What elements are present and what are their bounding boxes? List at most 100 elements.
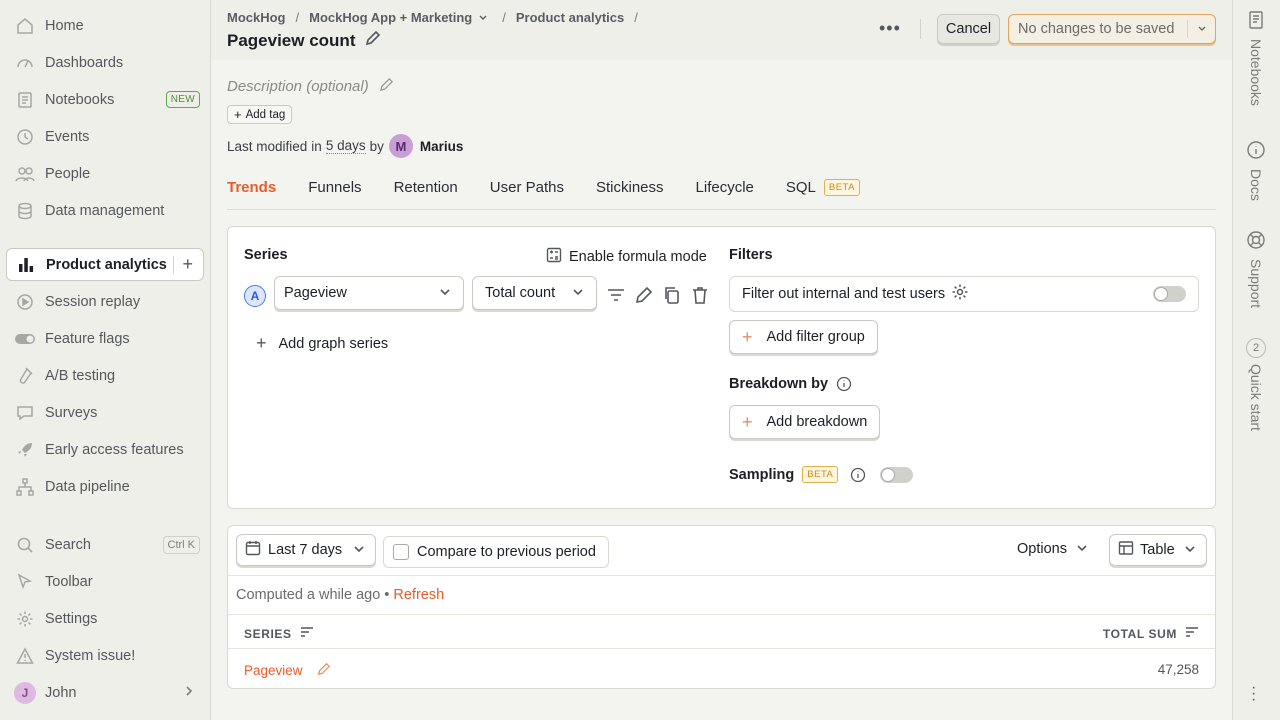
copy-icon[interactable]: [662, 285, 682, 308]
trash-icon[interactable]: [690, 285, 710, 308]
info-icon[interactable]: [850, 467, 866, 483]
series-name-link[interactable]: Pageview: [244, 663, 303, 678]
nav-system-issue[interactable]: System issue!: [6, 639, 204, 672]
nav-early-access[interactable]: Early access features: [6, 433, 204, 466]
sampling-toggle[interactable]: [880, 466, 914, 483]
nav-surveys[interactable]: Surveys: [6, 396, 204, 429]
nav-session-replay[interactable]: Session replay: [6, 285, 204, 318]
nav-people[interactable]: People: [6, 157, 204, 190]
nav-home[interactable]: Home: [6, 9, 204, 42]
tab-stickiness[interactable]: Stickiness: [596, 170, 664, 204]
page-title: Pageview count: [227, 30, 356, 50]
nav-events[interactable]: Events: [6, 120, 204, 153]
rail-label: Notebooks: [1248, 39, 1264, 106]
nav-label: Notebooks: [45, 91, 115, 108]
modified-prefix: Last modified: [227, 138, 308, 154]
plus-icon: +: [742, 411, 753, 432]
chevron-down-icon[interactable]: [1187, 20, 1215, 38]
column-header-series[interactable]: SERIES: [244, 626, 314, 641]
save-button[interactable]: No changes to be saved: [1008, 14, 1216, 44]
compare-checkbox[interactable]: Compare to previous period: [383, 536, 609, 568]
breadcrumb-separator: /: [295, 10, 300, 25]
breadcrumb-item[interactable]: Product analytics: [516, 10, 624, 25]
internal-filter-toggle[interactable]: [1153, 286, 1186, 302]
nav-settings[interactable]: Settings: [6, 602, 204, 635]
plus-icon: +: [234, 107, 242, 122]
aggregation-select[interactable]: Total count: [472, 276, 597, 310]
computed-text: Computed a while ago: [236, 587, 381, 603]
table-icon: [1118, 540, 1134, 560]
divider: [920, 19, 921, 39]
notebook-icon: [14, 89, 36, 111]
nav-product-analytics[interactable]: Product analytics +: [6, 248, 204, 281]
chevron-down-icon[interactable]: [478, 14, 488, 22]
avatar: M: [388, 134, 413, 158]
nav-ab-testing[interactable]: A/B testing: [6, 359, 204, 392]
options-button[interactable]: Options: [1017, 541, 1088, 557]
nav-feature-flags[interactable]: Feature flags: [6, 322, 204, 355]
nav-label: Home: [45, 17, 84, 34]
nav-user-john[interactable]: J John: [6, 676, 204, 709]
edit-icon[interactable]: [634, 285, 654, 308]
new-badge: NEW: [165, 91, 200, 108]
tab-user-paths[interactable]: User Paths: [490, 170, 564, 204]
description-field[interactable]: Description (optional): [227, 77, 394, 96]
breadcrumb-item[interactable]: MockHog: [227, 10, 286, 25]
add-breakdown-button[interactable]: + Add breakdown: [729, 405, 881, 439]
separator-dot: •: [384, 587, 390, 603]
more-vertical-icon[interactable]: · · ·: [1251, 680, 1256, 708]
nav-dashboards[interactable]: Dashboards: [6, 46, 204, 79]
query-editor-card: Series Enable formula mode A Pageview To…: [227, 226, 1216, 509]
lifebuoy-icon: [1246, 230, 1266, 253]
toggle-icon: [14, 328, 36, 350]
event-select[interactable]: Pageview: [274, 276, 464, 310]
cancel-button[interactable]: Cancel: [937, 14, 1000, 44]
display-type-button[interactable]: Table: [1109, 534, 1207, 566]
add-tag-button[interactable]: + Add tag: [227, 105, 293, 124]
toolbar-icon: [14, 571, 36, 593]
nav-data-pipeline[interactable]: Data pipeline: [6, 470, 204, 503]
avatar-wrap: J: [14, 681, 36, 704]
replay-icon: [14, 291, 36, 313]
rail-docs[interactable]: Docs: [1246, 140, 1266, 201]
nav-search[interactable]: Search Ctrl K: [6, 528, 204, 561]
rail-notebooks[interactable]: Notebooks: [1246, 10, 1266, 106]
tab-retention[interactable]: Retention: [394, 170, 458, 204]
chevron-down-icon: [572, 285, 584, 301]
breadcrumb-item[interactable]: MockHog App + Marketing: [309, 10, 472, 25]
info-icon[interactable]: [836, 376, 852, 392]
sort-icon[interactable]: [1185, 626, 1199, 641]
nav-toolbar[interactable]: Toolbar: [6, 565, 204, 598]
tab-trends[interactable]: Trends: [227, 170, 276, 204]
new-insight-button[interactable]: +: [173, 249, 203, 280]
add-filter-group-button[interactable]: + Add filter group: [729, 320, 878, 354]
nav-data-management[interactable]: Data management: [6, 194, 204, 227]
modified-by: by: [369, 138, 384, 154]
series-letter: A: [244, 285, 266, 307]
edit-description-icon[interactable]: [379, 77, 394, 96]
nav-label: A/B testing: [45, 367, 116, 384]
tab-funnels[interactable]: Funnels: [308, 170, 361, 204]
rail-support[interactable]: Support: [1246, 230, 1266, 308]
series-heading: Series: [244, 247, 288, 263]
column-header-total[interactable]: TOTAL SUM: [1103, 626, 1199, 641]
refresh-link[interactable]: Refresh: [393, 587, 444, 603]
edit-title-icon[interactable]: [365, 30, 381, 51]
tab-lifecycle[interactable]: Lifecycle: [696, 170, 754, 204]
sort-icon[interactable]: [300, 626, 314, 641]
formula-mode-button[interactable]: Enable formula mode: [546, 247, 707, 267]
page-title-wrap: Pageview count: [227, 30, 381, 51]
add-series-button[interactable]: + Add graph series: [256, 333, 388, 354]
chevron-down-icon: [1184, 542, 1196, 558]
flask-icon: [14, 365, 36, 387]
more-icon[interactable]: •••: [879, 19, 900, 37]
gear-icon[interactable]: [951, 283, 969, 305]
bar-chart-icon: [15, 254, 37, 276]
filter-icon[interactable]: [606, 285, 626, 308]
tab-sql[interactable]: SQL BETA: [786, 170, 860, 204]
edit-icon[interactable]: [317, 662, 331, 679]
checkbox[interactable]: [393, 544, 409, 560]
rail-quick-start[interactable]: 2 Quick start: [1246, 338, 1266, 431]
date-range-button[interactable]: Last 7 days: [236, 534, 376, 566]
nav-notebooks[interactable]: Notebooks NEW: [6, 83, 204, 116]
